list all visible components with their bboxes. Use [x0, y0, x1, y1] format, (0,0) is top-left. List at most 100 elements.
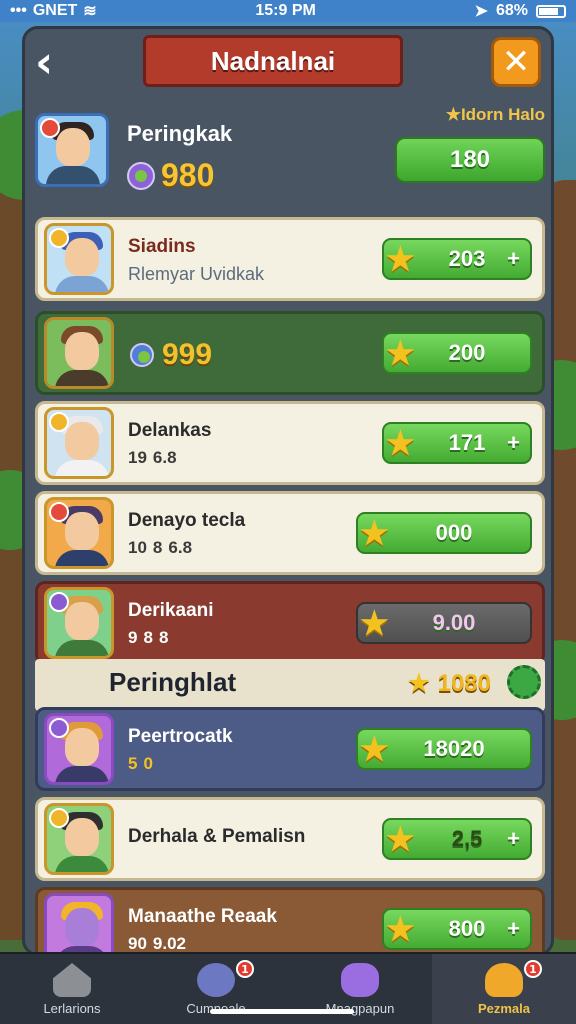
star-icon: ★: [360, 515, 389, 551]
star-icon: ★: [386, 335, 415, 371]
clock: 15:9 PM: [255, 2, 316, 19]
row-title: Derikaani: [128, 600, 214, 621]
trophy-icon: [485, 963, 523, 997]
avatar: [44, 317, 114, 389]
player-score: 980: [127, 157, 214, 194]
location-icon: ➤: [474, 3, 488, 20]
signal-icon: •••: [10, 2, 27, 19]
star-icon: ★: [360, 605, 389, 641]
avatar: [44, 587, 114, 659]
score-value: 2,5: [451, 826, 483, 851]
score-button[interactable]: ★ 203 +: [382, 238, 532, 280]
row-title: Denayo tecla: [128, 510, 246, 531]
battery-icon: [535, 4, 566, 18]
score-button[interactable]: ★ 9.00: [356, 602, 532, 644]
score-value: 171: [448, 430, 486, 455]
stat-value: 6.8: [152, 448, 177, 467]
plus-icon: +: [507, 826, 520, 851]
score-value: 200: [448, 340, 486, 365]
stat-value: 10: [128, 538, 147, 557]
nav-label: Pezmala: [477, 1001, 531, 1016]
home-indicator[interactable]: [210, 1009, 354, 1014]
section-score-value: 1080: [437, 669, 491, 697]
row-title: Derhala & Pemalisn: [128, 826, 306, 847]
rank-tag-label: Idorn Halo: [460, 105, 545, 124]
nav-item-home[interactable]: Lerlarions: [0, 954, 144, 1024]
gem-icon: [127, 161, 155, 190]
stat-value: 0: [143, 754, 153, 773]
score-value: 9.00: [432, 610, 476, 635]
page-title: Nadnalnai: [143, 35, 403, 88]
score-value: 800: [448, 916, 486, 941]
nav-item-leaderboard[interactable]: 1 Pezmala: [432, 954, 576, 1024]
stat-value: 8: [152, 538, 163, 557]
avatar: [44, 497, 114, 569]
star-icon: ★: [386, 911, 415, 947]
leaderboard-row[interactable]: Denayo tecla 10 8 6.8 ★ 000: [35, 491, 545, 575]
row-score-value: 999: [162, 338, 213, 371]
star-icon: ★: [408, 670, 430, 697]
level-badge-icon: [40, 118, 60, 138]
star-icon: ★: [386, 425, 415, 461]
star-icon: ★: [386, 821, 415, 857]
avatar: [44, 803, 114, 875]
section-score: ★ 1080: [408, 669, 491, 698]
leaderboard-row[interactable]: Peertrocatk 5 0 ★ 18020: [35, 707, 545, 791]
close-button[interactable]: ✕: [491, 37, 541, 87]
row-stats: 5 0: [128, 754, 153, 774]
leaderboard-row[interactable]: Delankas 19 6.8 ★ 171 +: [35, 401, 545, 485]
stat-value: 19: [128, 448, 147, 467]
leaderboard-panel: ‹ Nadnalnai ✕ Peringkak 980 ★Idorn Halo …: [22, 26, 554, 956]
player-score-value: 980: [161, 157, 215, 193]
row-title: Peertrocatk: [128, 726, 233, 747]
rank-tag: ★Idorn Halo: [445, 105, 545, 124]
row-title: Delankas: [128, 420, 212, 441]
score-button[interactable]: ★ 18020: [356, 728, 532, 770]
plus-icon: +: [507, 430, 520, 455]
score-button[interactable]: ★ 171 +: [382, 422, 532, 464]
score-button[interactable]: ★ 000: [356, 512, 532, 554]
chat-icon: [197, 963, 235, 997]
score-value: 18020: [423, 736, 485, 761]
leaderboard-row[interactable]: 999 ★ 200: [35, 311, 545, 395]
plus-icon: +: [507, 246, 520, 271]
leaderboard-row[interactable]: Siadins Rlemyar Uvidkak ★ 203 +: [35, 217, 545, 301]
score-value: 000: [435, 520, 473, 545]
avatar: [44, 893, 114, 953]
plus-icon: +: [507, 916, 520, 941]
stat-value: 90: [128, 934, 147, 953]
back-button[interactable]: ‹: [35, 41, 75, 87]
avatar: [44, 223, 114, 295]
house-icon: [53, 963, 91, 997]
leaderboard-row[interactable]: Derhala & Pemalisn ★ 2,5 +: [35, 797, 545, 881]
stat-value: 9.02: [152, 934, 187, 953]
star-icon: ★: [386, 241, 415, 277]
row-stats: 9 8 8: [128, 628, 168, 648]
stat-value: 8: [143, 628, 153, 647]
gear-icon[interactable]: [507, 665, 541, 699]
gem-icon: [130, 343, 154, 367]
nav-label: Lerlarions: [43, 1001, 101, 1016]
avatar: [44, 713, 114, 785]
status-bar: ••• GNET ≋ 15:9 PM ➤ 68%: [0, 0, 576, 22]
carrier-label: GNET: [32, 2, 78, 19]
row-title: Manaathe Reaak: [128, 906, 277, 927]
player-name: Peringkak: [127, 121, 233, 146]
score-button[interactable]: ★ 800 +: [382, 908, 532, 950]
stat-value: 5: [128, 754, 138, 773]
row-stats: 19 6.8: [128, 448, 177, 468]
row-title: Siadins: [128, 236, 196, 257]
avatar[interactable]: [35, 113, 109, 187]
leaderboard-row[interactable]: Derikaani 9 8 8 ★ 9.00: [35, 581, 545, 665]
leaderboard-row[interactable]: Manaathe Reaak 90 9.02 ★ 800 +: [35, 887, 545, 953]
stat-value: 6.8: [168, 538, 193, 557]
player-score-button[interactable]: 180: [395, 137, 545, 183]
bottom-nav: Lerlarions 1 Cumnoale Mnagpapun 1 Pezmal…: [0, 952, 576, 1024]
section-title: Peringhlat: [109, 667, 237, 697]
notification-badge: 1: [524, 960, 542, 978]
score-button[interactable]: ★ 200: [382, 332, 532, 374]
score-value: 203: [448, 246, 486, 271]
avatar: [44, 407, 114, 479]
stat-value: 8: [158, 628, 169, 647]
score-button[interactable]: ★ 2,5 +: [382, 818, 532, 860]
